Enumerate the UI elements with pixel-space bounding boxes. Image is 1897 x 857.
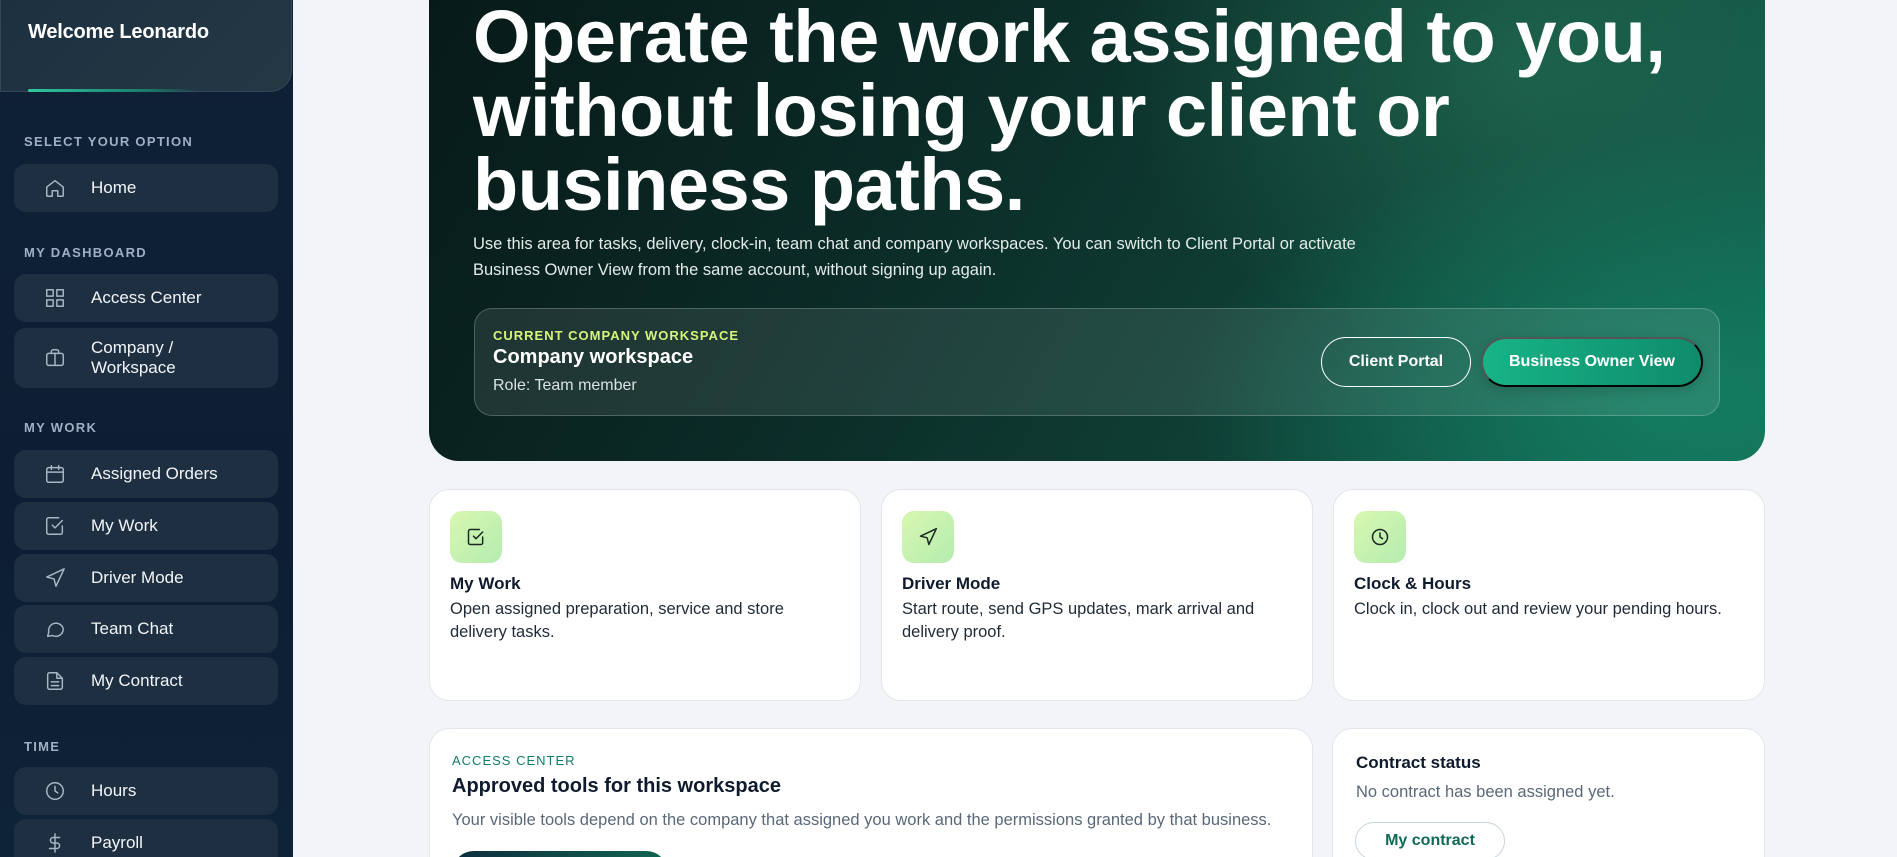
- sidebar-item-driver-mode[interactable]: Driver Mode: [14, 554, 278, 602]
- feature-description: Clock in, clock out and review your pend…: [1354, 600, 1722, 618]
- feature-title: Driver Mode: [902, 574, 1001, 593]
- welcome-text: Welcome Leonardo: [28, 21, 209, 43]
- section-label-select-option: SELECT YOUR OPTION: [24, 134, 194, 149]
- sidebar-item-label: Driver Mode: [91, 568, 184, 587]
- hero-description: Use this area for tasks, delivery, clock…: [473, 235, 1356, 279]
- contract-title: Contract status: [1356, 753, 1481, 772]
- sidebar-item-label: Home: [91, 178, 137, 197]
- sidebar-item-hours[interactable]: Hours: [14, 767, 278, 815]
- client-portal-button[interactable]: Client Portal: [1321, 337, 1471, 387]
- clock-icon: [44, 780, 66, 802]
- sidebar-item-label: Payroll: [91, 833, 143, 852]
- contract-status-text: No contract has been assigned yet.: [1356, 783, 1615, 801]
- calendar-icon: [44, 463, 66, 485]
- business-owner-view-button[interactable]: Business Owner View: [1481, 337, 1703, 387]
- welcome-accent-bar: [28, 89, 198, 92]
- feature-card-driver-mode[interactable]: Driver Mode Start route, send GPS update…: [881, 489, 1313, 701]
- workspace-role: Role: Team member: [493, 377, 637, 394]
- sidebar-item-assigned-orders[interactable]: Assigned Orders: [14, 450, 278, 498]
- navigation-icon: [902, 511, 954, 563]
- check-square-icon: [44, 515, 66, 537]
- section-label-my-work: MY WORK: [24, 420, 98, 435]
- my-contract-button[interactable]: My contract: [1355, 822, 1505, 857]
- sidebar-item-team-chat[interactable]: Team Chat: [14, 605, 278, 653]
- sidebar-item-payroll[interactable]: Payroll: [14, 819, 278, 857]
- access-center-button[interactable]: [452, 851, 668, 857]
- feature-card-clock-hours[interactable]: Clock & Hours Clock in, clock out and re…: [1333, 489, 1765, 701]
- access-center-title: Approved tools for this workspace: [452, 775, 781, 797]
- feature-card-my-work[interactable]: My Work Open assigned preparation, servi…: [429, 489, 861, 701]
- sidebar-item-label: My Work: [91, 516, 158, 535]
- sidebar-item-label: Hours: [91, 781, 137, 800]
- chat-bubble-icon: [44, 618, 66, 640]
- sidebar-item-label: Team Chat: [91, 619, 174, 638]
- feature-title: My Work: [450, 574, 521, 593]
- hero-title-line: Operate the work assigned to you,: [473, 0, 1666, 78]
- section-label-time: TIME: [24, 739, 61, 754]
- dollar-icon: [44, 832, 66, 854]
- navigation-icon: [44, 567, 66, 589]
- section-label-my-dashboard: MY DASHBOARD: [24, 245, 147, 260]
- access-center-description: Your visible tools depend on the company…: [452, 811, 1272, 829]
- workspace-name: Company workspace: [493, 346, 694, 368]
- home-icon: [44, 177, 66, 199]
- sidebar-item-my-work[interactable]: My Work: [14, 502, 278, 550]
- sidebar-item-label: Company / Workspace: [91, 338, 176, 377]
- workspace-kicker: CURRENT COMPANY WORKSPACE: [493, 328, 740, 343]
- workspace-card: CURRENT COMPANY WORKSPACE Company worksp…: [474, 308, 1720, 416]
- hero-title-line: business paths.: [473, 143, 1025, 226]
- clock-icon: [1354, 511, 1406, 563]
- hero-title: Operate the work assigned to you, withou…: [473, 0, 1773, 222]
- access-center-card: ACCESS CENTER Approved tools for this wo…: [429, 728, 1313, 857]
- feature-title: Clock & Hours: [1354, 574, 1472, 593]
- feature-description: Open assigned preparation, service and s…: [450, 600, 784, 641]
- feature-description: Start route, send GPS updates, mark arri…: [902, 600, 1255, 641]
- document-icon: [44, 670, 66, 692]
- check-square-icon: [450, 511, 502, 563]
- sidebar-item-access-center[interactable]: Access Center: [14, 274, 278, 322]
- sidebar-item-company-workspace[interactable]: Company / Workspace: [14, 328, 278, 388]
- sidebar: Welcome Leonardo SELECT YOUR OPTION Home…: [0, 0, 293, 857]
- grid-icon: [44, 287, 66, 309]
- hero-title-line: without losing your client or: [473, 69, 1450, 152]
- sidebar-item-label: Access Center: [91, 288, 202, 307]
- sidebar-item-label: My Contract: [91, 671, 183, 690]
- contract-status-card: Contract status No contract has been ass…: [1332, 728, 1765, 857]
- sidebar-item-label: Assigned Orders: [91, 464, 218, 483]
- access-center-kicker: ACCESS CENTER: [452, 753, 576, 768]
- briefcase-icon: [44, 347, 66, 369]
- sidebar-item-home[interactable]: Home: [14, 164, 278, 212]
- welcome-card: Welcome Leonardo: [0, 0, 292, 92]
- sidebar-item-my-contract[interactable]: My Contract: [14, 657, 278, 705]
